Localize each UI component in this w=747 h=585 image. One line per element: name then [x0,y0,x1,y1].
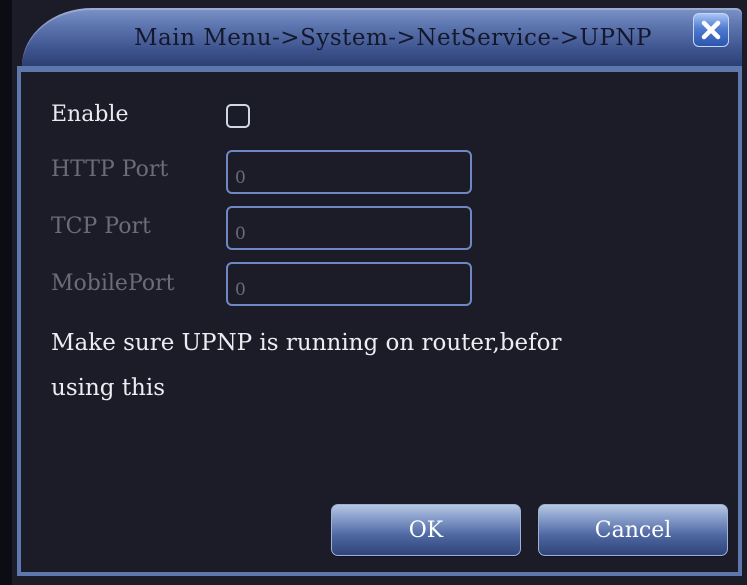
ok-button[interactable]: OK [331,504,521,556]
enable-label: Enable [51,102,129,127]
http-port-input[interactable]: 0 [226,150,472,194]
close-icon [701,20,721,40]
tcp-port-label: TCP Port [51,214,151,239]
dialog-title: Main Menu->System->NetService->UPNP [134,25,653,51]
mobile-port-label: MobilePort [51,271,175,296]
upnp-dialog-window: Main Menu->System->NetService->UPNP Enab… [0,0,747,585]
window-edge [0,0,12,585]
cancel-button[interactable]: Cancel [538,504,728,556]
http-port-label: HTTP Port [51,157,169,182]
tcp-port-input[interactable]: 0 [226,206,472,250]
title-bar: Main Menu->System->NetService->UPNP [22,8,742,66]
close-button[interactable] [693,13,729,47]
upnp-notice-line-2: using this [51,375,166,401]
enable-checkbox[interactable] [226,104,250,128]
dialog-body: Enable HTTP Port 0 TCP Port 0 MobilePort… [17,66,742,576]
mobile-port-input[interactable]: 0 [226,262,472,306]
upnp-notice-line-1: Make sure UPNP is running on router,befo… [51,330,562,356]
